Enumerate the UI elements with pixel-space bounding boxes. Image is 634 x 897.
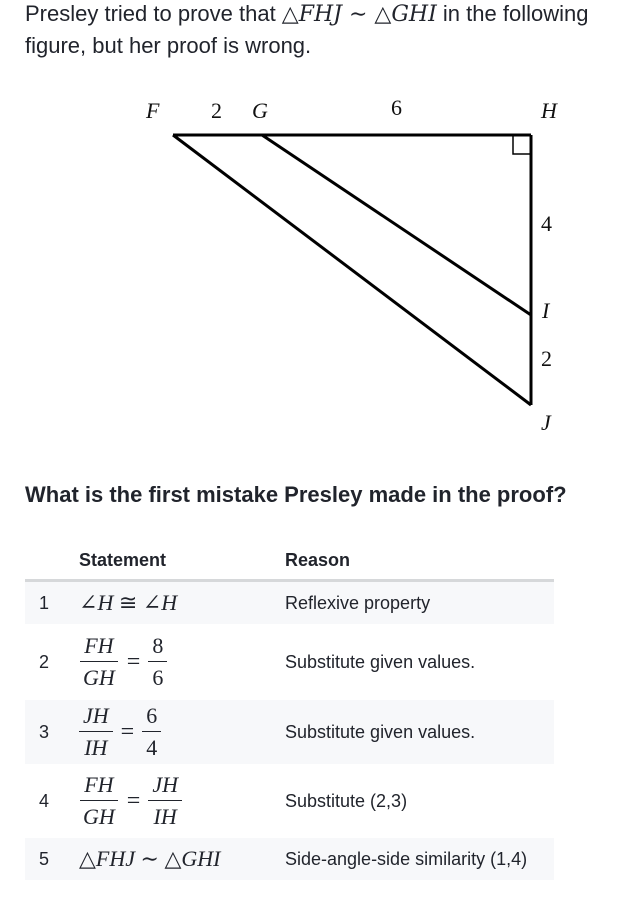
equals-sign: = [120, 718, 135, 745]
proof-row[interactable]: 5 △FHJ ∼ △GHI Side-angle-side similarity… [25, 838, 554, 880]
similar-symbol: ∼ [342, 2, 375, 27]
row-statement: ∠H ≅ ∠H [63, 580, 285, 624]
denominator: 6 [152, 665, 164, 690]
segment-GI [261, 133, 532, 317]
segment-FJ [172, 133, 532, 407]
statement-math: ∠H ≅ ∠H [79, 590, 177, 615]
row-reason: Side-angle-side similarity (1,4) [285, 838, 554, 880]
denominator: IH [153, 804, 177, 829]
triangle-name: GHI [181, 846, 221, 871]
index-header [25, 542, 63, 582]
row-index: 4 [38, 790, 49, 811]
row-statement: △FHJ ∼ △GHI [63, 838, 285, 880]
row-reason: Reflexive property [285, 580, 554, 624]
proof-table: Statement Reason 1 ∠H ≅ ∠H Reflexive pro… [25, 542, 554, 880]
proof-row[interactable]: 2 FH GH = 8 6 Substitute given values. [25, 624, 554, 700]
row-statement: JH IH = 6 4 [63, 700, 285, 764]
angle-vertex: H [161, 590, 178, 615]
triangle-symbol: △ [374, 2, 392, 27]
fraction-right: 86 [148, 633, 168, 691]
row-reason: Substitute (2,3) [285, 790, 408, 811]
row-statement: FH GH = 8 6 [63, 624, 285, 700]
segment-label-HI: 4 [541, 211, 552, 236]
segment-label-IJ: 2 [541, 346, 552, 371]
angle-vertex: H [97, 590, 114, 615]
statement-header: Statement [63, 542, 285, 582]
point-label-F: F [145, 98, 160, 123]
angle-symbol: ∠ [142, 590, 162, 615]
question-text: What is the first mistake Presley made i… [25, 482, 567, 507]
proof-row[interactable]: 1 ∠H ≅ ∠H Reflexive property [25, 580, 554, 624]
fraction-left: JH IH [79, 703, 113, 761]
denominator: 4 [146, 735, 158, 760]
proof-header-row: Statement Reason [25, 542, 554, 582]
numerator: JH [148, 772, 182, 801]
claim-right-triangle: GHI [391, 2, 437, 27]
fraction-left: FH GH [79, 633, 119, 691]
claim-math: △FHJ ∼ △GHI [282, 2, 437, 27]
denominator: IH [84, 735, 108, 760]
reason-header: Reason [285, 542, 554, 582]
row-index: 2 [38, 651, 49, 672]
triangle-symbol: △ [281, 2, 299, 27]
numerator: 8 [148, 633, 168, 662]
point-label-J: J [541, 410, 552, 435]
point-label-I: I [541, 298, 551, 323]
fraction-right: 64 [142, 703, 162, 761]
denominator: GH [83, 804, 115, 829]
triangle-diagram: F 2 G 6 H 4 I 2 J [145, 95, 558, 435]
point-label-G: G [252, 98, 268, 123]
problem-intro: Presley tried to prove that △FHJ ∼ △GHI … [25, 0, 634, 61]
numerator: JH [79, 703, 113, 732]
triangle-symbol: △ [79, 846, 96, 871]
triangle-name: FHJ [95, 846, 136, 871]
geometry-figure: F 2 G 6 H 4 I 2 J [0, 80, 634, 450]
numerator: FH [80, 633, 118, 662]
congruent-symbol: ≅ [113, 590, 143, 615]
equals-sign: = [126, 787, 141, 814]
fraction-left: FH GH [79, 772, 119, 830]
angle-symbol: ∠ [79, 590, 98, 615]
claim-left-triangle: FHJ [298, 2, 342, 27]
segment-label-GH: 6 [391, 95, 402, 120]
triangle-symbol: △ [164, 846, 182, 871]
proof-row[interactable]: 4 FH GH = JH IH Substitute (2,3) [25, 764, 554, 838]
right-angle-marker [512, 135, 531, 155]
intro-prefix: Presley tried to prove that [25, 1, 282, 26]
fraction-right: JH IH [148, 772, 182, 830]
row-index: 5 [25, 838, 63, 880]
row-index: 1 [25, 580, 63, 624]
similar-symbol: ∼ [135, 846, 165, 871]
row-reason: Substitute given values. [285, 700, 554, 764]
statement-math: △FHJ ∼ △GHI [79, 846, 220, 871]
row-statement: FH GH = JH IH [63, 764, 285, 838]
row-reason: Substitute given values. [285, 651, 476, 672]
numerator: 6 [142, 703, 162, 732]
equals-sign: = [126, 648, 141, 675]
segment-label-FG: 2 [211, 98, 222, 123]
denominator: GH [83, 665, 115, 690]
point-label-H: H [540, 98, 558, 123]
row-index: 3 [25, 700, 63, 764]
proof-row[interactable]: 3 JH IH = 6 4 Substitute given values. [25, 700, 554, 764]
numerator: FH [80, 772, 118, 801]
